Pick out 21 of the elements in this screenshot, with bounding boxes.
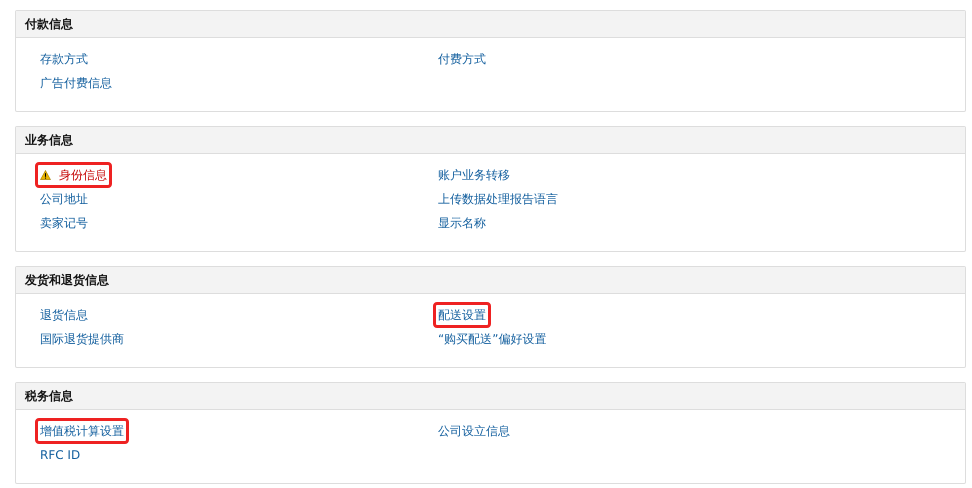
settings-link[interactable]: 国际退货提供商 xyxy=(35,326,129,352)
settings-link[interactable]: 付费方式 xyxy=(433,46,491,72)
section-title: 业务信息 xyxy=(25,132,73,149)
settings-link[interactable]: 存款方式 xyxy=(35,46,93,72)
settings-link[interactable]: 身份信息 xyxy=(35,162,112,188)
section-title: 发货和退货信息 xyxy=(25,272,109,289)
settings-link[interactable]: 增值税计算设置 xyxy=(35,418,129,444)
settings-link[interactable]: 公司设立信息 xyxy=(433,418,515,444)
settings-link[interactable]: 卖家记号 xyxy=(35,210,93,236)
settings-link[interactable]: 账户业务转移 xyxy=(433,162,515,188)
settings-link[interactable]: 上传数据处理报告语言 xyxy=(433,186,563,212)
settings-link[interactable]: RFC ID xyxy=(35,442,86,468)
settings-link[interactable]: 公司地址 xyxy=(35,186,93,212)
settings-link[interactable]: “购买配送”偏好设置 xyxy=(433,326,552,352)
settings-link[interactable]: 显示名称 xyxy=(433,210,491,236)
section-title: 税务信息 xyxy=(25,388,73,405)
settings-link[interactable]: 配送设置 xyxy=(433,302,491,328)
warning-icon xyxy=(40,170,51,180)
settings-link[interactable]: 广告付费信息 xyxy=(35,70,117,96)
settings-link[interactable]: 退货信息 xyxy=(35,302,93,328)
section-title: 付款信息 xyxy=(25,16,73,33)
